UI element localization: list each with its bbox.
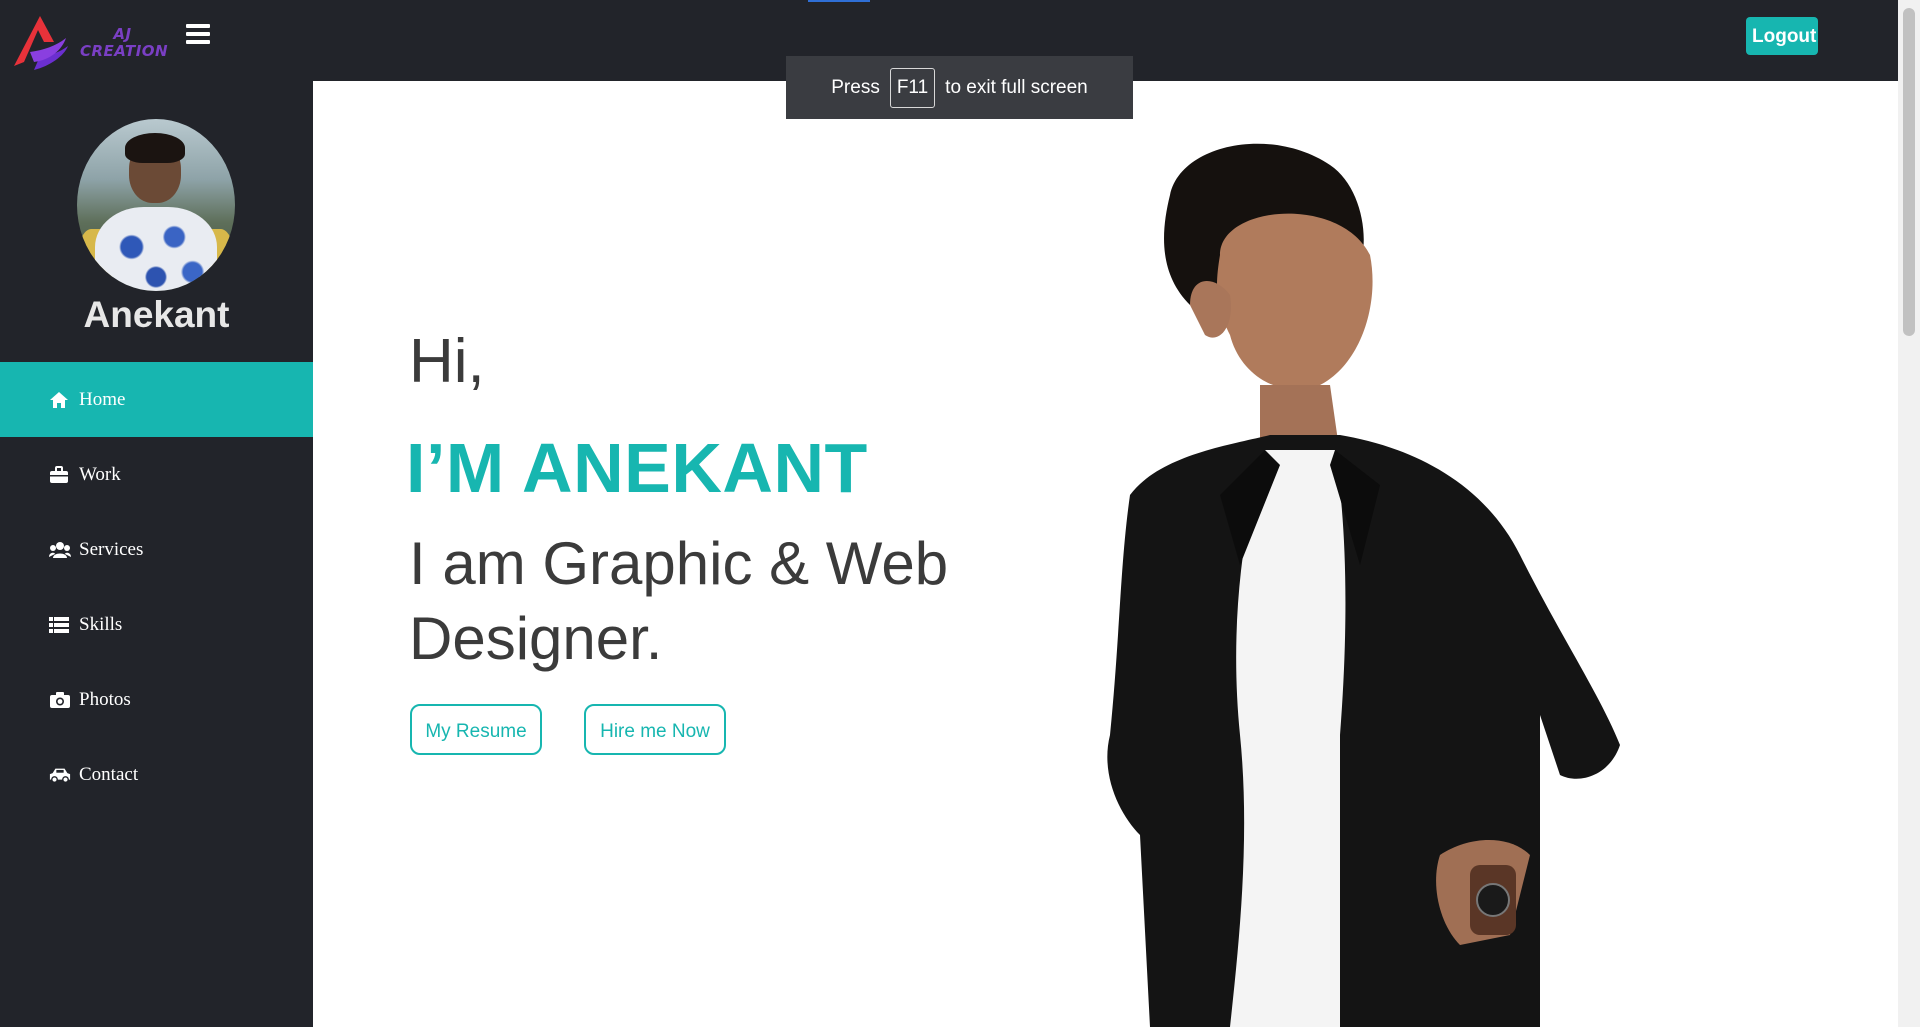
tab-indicator [808,0,870,2]
sidebar-item-home[interactable]: Home [0,362,313,437]
sidebar: Anekant Home Work Services Skills Photos… [0,81,313,1027]
hero-role: I am Graphic & Web Designer. [409,530,949,672]
sidebar-item-label: Work [79,463,121,485]
sidebar-item-work[interactable]: Work [0,437,313,512]
avatar [77,119,235,291]
my-resume-button[interactable]: My Resume [410,704,542,755]
brand-logo[interactable]: AJ CREATION [10,12,168,74]
fullscreen-notice-rest: to exit full screen [945,76,1088,98]
menu-toggle-icon[interactable] [186,24,210,46]
sidebar-item-label: Contact [79,763,139,785]
sidebar-item-services[interactable]: Services [0,512,313,587]
sidebar-item-skills[interactable]: Skills [0,587,313,662]
fullscreen-notice: Press F11 to exit full screen [786,56,1133,119]
hero-name: I’M ANEKANT [406,429,868,507]
hero-portrait-image [1107,143,1620,1027]
home-icon [49,391,71,409]
sidebar-item-label: Services [79,538,144,560]
fullscreen-notice-press: Press [831,76,880,98]
sidebar-item-contact[interactable]: Contact [0,737,313,812]
brand-name: AJ CREATION [80,25,169,60]
sidebar-nav: Home Work Services Skills Photos Contact [0,362,313,812]
brand-line-2: CREATION [80,42,169,60]
profile-name: Anekant [83,294,230,335]
sidebar-item-label: Photos [79,688,131,710]
briefcase-icon [49,465,71,484]
aj-logo-icon [14,16,68,70]
camera-icon [49,691,71,709]
brand-line-1: AJ [113,25,132,43]
users-icon [49,541,71,559]
list-icon [49,616,71,634]
car-icon [49,766,71,784]
sidebar-item-label: Skills [79,613,123,635]
sidebar-item-photos[interactable]: Photos [0,662,313,737]
sidebar-item-label: Home [79,388,126,410]
fullscreen-notice-key: F11 [889,67,936,108]
hero-greeting: Hi, [409,327,485,396]
scrollbar-thumb[interactable] [1903,8,1915,336]
hire-me-button[interactable]: Hire me Now [584,704,726,755]
logout-button[interactable]: Logout [1746,17,1818,55]
